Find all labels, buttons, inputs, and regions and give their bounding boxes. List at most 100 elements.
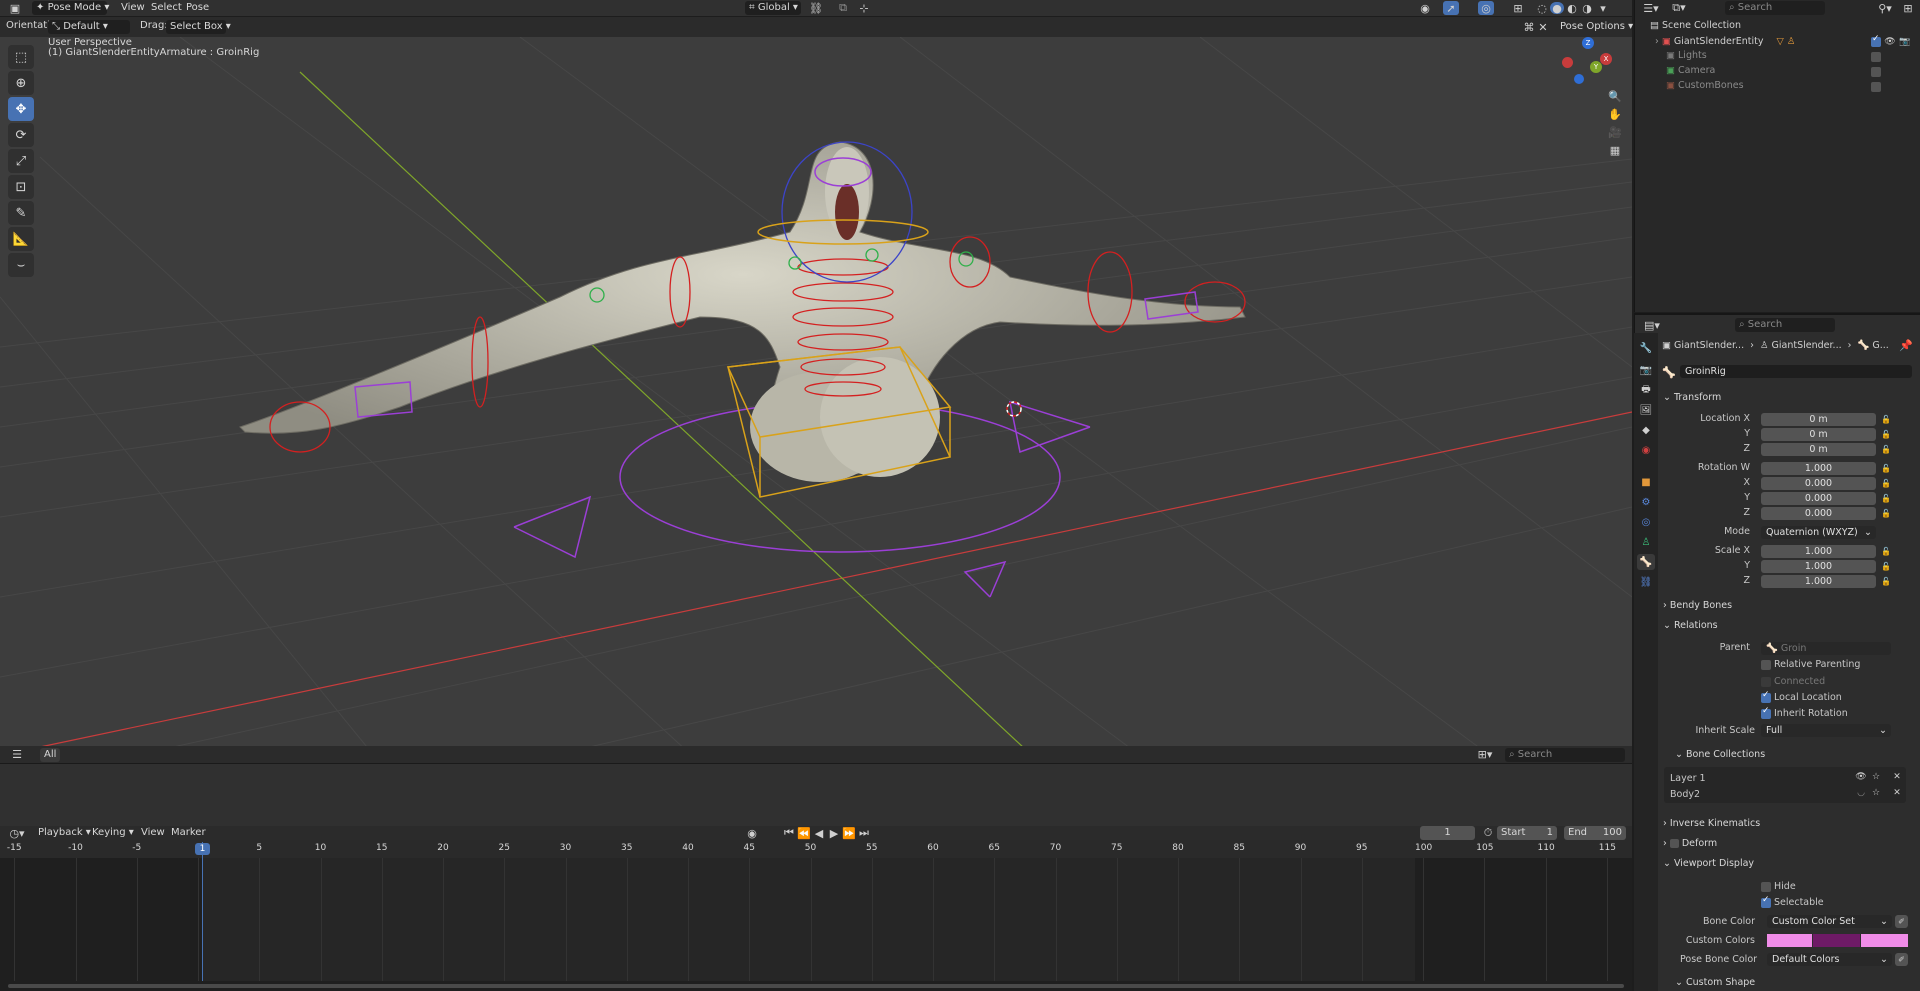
connected-checkbox[interactable] [1761,677,1771,687]
pose-options-button[interactable]: Pose Options ▾ [1560,21,1633,32]
cursor-tool-icon[interactable]: ⊕ [8,71,34,95]
playhead-frame[interactable]: 1 [195,843,210,855]
render-tab-icon[interactable]: 📷 [1637,362,1655,378]
snap-icon[interactable]: ⧉ [835,1,851,14]
wireframe-shading-icon[interactable]: ◌ [1535,2,1549,15]
orthographic-grid-icon[interactable]: ▦ [1607,142,1623,158]
lock-icon[interactable]: 🔓 [1881,494,1891,503]
inherit-rotation-checkbox[interactable] [1761,706,1771,719]
hide-checkbox[interactable] [1761,882,1771,892]
location-z-field[interactable]: 0 m [1761,443,1876,456]
custom-color-active-swatch[interactable] [1861,934,1908,947]
rotation-x-field[interactable]: 0.000 [1761,477,1876,490]
exclude-checkbox[interactable] [1871,67,1881,77]
custom-color-normal-swatch[interactable] [1767,934,1812,947]
measure-tool-icon[interactable]: 📐 [8,227,34,251]
rotation-mode-dropdown[interactable]: Quaternion (WXYZ) ⌄ [1761,526,1876,539]
physics-tab-icon[interactable]: ◎ [1637,514,1655,530]
3d-viewport[interactable]: User Perspective (1) GiantSlenderEntityA… [0,37,1632,763]
camera-view-icon[interactable]: 🎥 [1607,124,1623,140]
lock-icon[interactable]: 🔓 [1881,577,1891,586]
exclude-checkbox[interactable] [1871,34,1881,47]
gizmo-y-axis[interactable]: Y [1590,61,1602,73]
shading-options-icon[interactable]: ▾ [1596,2,1610,15]
lock-icon[interactable]: 🔓 [1881,509,1891,518]
editor-type-icon[interactable]: ▣ [6,2,24,15]
relative-parenting-checkbox[interactable] [1761,660,1771,670]
jump-end-icon[interactable]: ⏭ [857,826,871,839]
bone-name-field[interactable]: GroinRig [1680,365,1912,378]
new-collection-icon[interactable]: ⊞ [1901,2,1915,15]
timeline-track-area[interactable] [0,858,1632,981]
scene-tab-icon[interactable]: ◆ [1637,422,1655,438]
asset-search-input[interactable]: ⌕ Search [1505,748,1625,762]
viewport-display-panel-header[interactable]: ⌄ Viewport Display [1663,858,1754,869]
rotation-z-field[interactable]: 0.000 [1761,507,1876,520]
pose-bone-color-dropdown[interactable]: Default Colors ⌄ [1767,953,1892,966]
material-shading-icon[interactable]: ◐ [1565,2,1579,15]
orientation-dropdown[interactable]: ⤡ Default ▾ [48,20,130,34]
timeline-ruler[interactable]: -15-10-505101520253035404550556065707580… [0,840,1632,858]
eye-icon[interactable]: 👁 [1855,771,1867,783]
bone-collections-subpanel-header[interactable]: ⌄ Bone Collections [1675,749,1765,760]
parent-field[interactable]: 🦴 Groin [1761,642,1891,655]
end-frame-field[interactable]: End 100 [1564,826,1626,840]
bone-color-dropdown[interactable]: Custom Color Set ⌄ [1767,915,1892,928]
scrollbar-thumb[interactable] [8,984,1624,988]
bone-constraints-tab-icon[interactable]: ⛓ [1637,574,1655,590]
tool-tab-icon[interactable]: 🔧 [1637,340,1655,356]
location-y-field[interactable]: 0 m [1761,428,1876,441]
deform-panel-header[interactable]: › Deform [1663,838,1717,849]
star-icon[interactable]: ☆ [1870,771,1882,783]
pivot-icon[interactable]: ⛓ [808,2,824,15]
scale-x-field[interactable]: 1.000 [1761,545,1876,558]
properties-search-input[interactable]: ⌕ Search [1735,318,1835,332]
timeline-editor-icon[interactable]: ◷▾ [8,827,26,840]
menu-view[interactable]: View [121,2,145,13]
rotation-y-field[interactable]: 0.000 [1761,492,1876,505]
deform-checkbox[interactable] [1669,839,1679,848]
lock-icon[interactable]: 🔓 [1881,415,1891,424]
mode-dropdown[interactable]: ✦ Pose Mode ▾ [32,1,109,15]
local-location-checkbox[interactable] [1761,690,1771,703]
solid-shading-icon[interactable]: ● [1550,2,1564,15]
remove-icon[interactable]: ✕ [1891,787,1903,799]
outliner-scene-collection[interactable]: ▤ Scene Collection [1650,20,1741,31]
start-frame-field[interactable]: Start 1 [1497,826,1557,840]
selectable-checkbox[interactable] [1761,895,1771,908]
custom-shape-subpanel-header[interactable]: ⌄ Custom Shape [1675,977,1755,988]
output-tab-icon[interactable]: 🖶 [1637,382,1655,398]
eye-icon[interactable]: 👁 [1884,36,1896,47]
outliner-item-lights[interactable]: ▣ Lights [1666,50,1707,61]
overlay-toggle-icon[interactable]: ◎ [1478,1,1494,15]
move-tool-icon[interactable]: ✥ [8,97,34,121]
gizmo-x-axis[interactable]: X [1600,53,1612,65]
timeline-scrollbar[interactable] [0,981,1632,991]
exclude-checkbox[interactable] [1871,82,1881,92]
outliner-item-giantslenderentity[interactable]: › ▣ GiantSlenderEntity ▽ ♙ [1655,36,1795,47]
hamburger-menu-icon[interactable]: ☰ [10,748,24,761]
next-keyframe-icon[interactable]: ⏩ [842,827,856,840]
visibility-icon[interactable]: ◉ [1417,2,1433,15]
transform-panel-header[interactable]: ⌄ Transform [1663,392,1721,403]
gizmo-neg-x[interactable] [1562,57,1573,68]
copy-color-icon[interactable]: ✐ [1895,915,1908,928]
transform-orientation-dropdown[interactable]: ⌗ Global ▾ [745,1,801,15]
menu-keying[interactable]: Keying ▾ [92,827,134,838]
scale-tool-icon[interactable]: ⤢ [8,149,34,173]
world-tab-icon[interactable]: ◉ [1637,442,1655,458]
menu-pose[interactable]: Pose [186,2,209,13]
inherit-scale-dropdown[interactable]: Full ⌄ [1761,724,1891,737]
mirror-icon[interactable]: ⌘ [1522,21,1536,34]
bone-tab-icon[interactable]: 🦴 [1637,554,1655,570]
lock-icon[interactable]: 🔓 [1881,562,1891,571]
object-tab-icon[interactable]: ■ [1637,474,1655,490]
pin-icon[interactable]: 📌 [1899,339,1913,352]
modifiers-tab-icon[interactable]: ⚙ [1637,494,1655,510]
outliner-editor-icon[interactable]: ☰▾ [1643,2,1659,15]
properties-editor-icon[interactable]: ▤▾ [1643,319,1661,332]
record-icon[interactable]: ◉ [745,827,759,840]
eye-closed-icon[interactable]: ◡ [1855,787,1867,799]
gizmo-z-axis[interactable]: Z [1582,37,1594,49]
rotation-w-field[interactable]: 1.000 [1761,462,1876,475]
